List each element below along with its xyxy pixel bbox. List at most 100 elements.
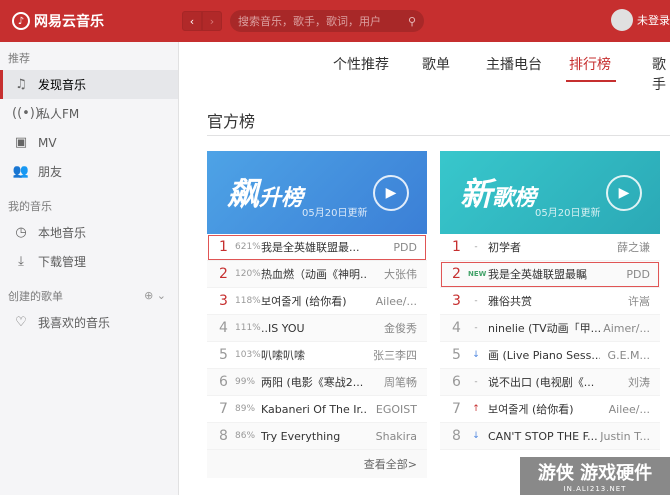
table-row[interactable]: 1 - 初学者 薛之谦 — [440, 234, 660, 261]
song-title[interactable]: 初学者 — [488, 239, 600, 255]
artist-name[interactable]: Ailee/... — [367, 295, 417, 308]
sidebar-item-liked-music[interactable]: ♡ 我喜欢的音乐 — [0, 308, 178, 337]
table-row[interactable]: 2 120% 热血燃（动画《神明... 大张伟 — [207, 261, 427, 288]
sidebar-item-fm[interactable]: ((•)) 私人FM — [0, 99, 178, 128]
user-login[interactable]: 未登录 — [611, 9, 670, 31]
table-row[interactable]: 8 86% Try Everything Shakira — [207, 423, 427, 450]
song-title[interactable]: 热血燃（动画《神明... — [261, 266, 367, 282]
chart-board-soaring: 飙升榜 05月20日更新 ▶ 1 621% 我是全英雄联盟最... PDD 2 120% 热… — [207, 151, 427, 478]
artist-name[interactable]: 薛之谦 — [600, 239, 650, 255]
rank-down-icon: ↓ — [472, 431, 480, 441]
tab-singers[interactable]: 歌手 — [652, 54, 670, 94]
rise-percent: 111% — [235, 323, 261, 333]
rank-number: 1 — [219, 239, 228, 255]
table-row[interactable]: 2 NEW 我是全英雄联盟最瞩 PDD — [440, 261, 660, 288]
song-title[interactable]: 보여줄게 (给你看) — [488, 401, 600, 417]
tab-radio[interactable]: 主播电台 — [486, 54, 542, 74]
search-icon[interactable]: ⚲ — [408, 15, 416, 28]
rise-percent: 99% — [235, 377, 256, 387]
board-banner[interactable]: 新歌榜 05月20日更新 ▶ — [440, 151, 660, 234]
song-title[interactable]: 说不出口 (电视剧《... — [488, 374, 600, 390]
rise-percent: 120% — [235, 269, 261, 279]
song-title[interactable]: ninelie (TV动画「甲... — [488, 320, 600, 336]
rank-number: 5 — [452, 347, 461, 363]
table-row[interactable]: 6 99% 两阳 (电影《寒战2... 周笔畅 — [207, 369, 427, 396]
artist-name[interactable]: 金俊秀 — [367, 320, 417, 336]
chevron-down-icon[interactable]: ⌄ — [157, 289, 166, 302]
user-label[interactable]: 未登录 — [637, 12, 670, 28]
radio-icon: ((•)) — [12, 106, 40, 121]
song-title[interactable]: 雅俗共赏 — [488, 293, 600, 309]
artist-name[interactable]: EGOIST — [367, 403, 417, 416]
song-title[interactable]: Kabaneri Of The Ir... — [261, 403, 367, 416]
sidebar-item-mv[interactable]: ▣ MV — [0, 128, 178, 157]
artist-name[interactable]: Aimer/... — [600, 322, 650, 335]
rank-number: 5 — [219, 347, 228, 363]
table-row[interactable]: 3 - 雅俗共赏 许嵩 — [440, 288, 660, 315]
board-title: 新歌榜 — [460, 169, 536, 215]
play-icon[interactable]: ▶ — [373, 175, 409, 211]
rank-unchanged-icon: - — [474, 296, 478, 306]
artist-name[interactable]: 许嵩 — [600, 293, 650, 309]
artist-name[interactable]: 张三李四 — [367, 347, 417, 363]
tab-playlists[interactable]: 歌单 — [422, 54, 450, 74]
board-banner[interactable]: 飙升榜 05月20日更新 ▶ — [207, 151, 427, 234]
song-title[interactable]: 叭嗦叭嗦 — [261, 347, 367, 363]
rank-number: 7 — [452, 401, 461, 417]
table-row[interactable]: 7 ↑ 보여줄게 (给你看) Ailee/... — [440, 396, 660, 423]
chart-board-new-songs: 新歌榜 05月20日更新 ▶ 1- 初学者 薛之谦 2 NEW 我是全英雄联盟最瞩 PDD 3… — [440, 151, 660, 450]
tab-personal-recommend[interactable]: 个性推荐 — [333, 54, 389, 74]
sidebar-item-friends[interactable]: 👥 朋友 — [0, 157, 178, 186]
table-row[interactable]: 4 - ninelie (TV动画「甲... Aimer/... — [440, 315, 660, 342]
song-title[interactable]: 보여줄게 (给你看) — [261, 293, 367, 309]
app-title: 网易云音乐 — [34, 14, 104, 30]
table-row[interactable]: 7 89% Kabaneri Of The Ir... EGOIST — [207, 396, 427, 423]
avatar[interactable] — [611, 9, 633, 31]
table-row[interactable]: 6 - 说不出口 (电视剧《... 刘涛 — [440, 369, 660, 396]
tab-charts[interactable]: 排行榜 — [569, 54, 611, 74]
table-row[interactable]: 4 111% ..IS YOU 金俊秀 — [207, 315, 427, 342]
forward-button[interactable]: › — [202, 11, 222, 31]
view-all-link[interactable]: 查看全部> — [207, 450, 427, 478]
song-title[interactable]: CAN'T STOP THE F... — [488, 430, 600, 443]
table-row[interactable]: 1 621% 我是全英雄联盟最... PDD — [207, 234, 427, 261]
song-title[interactable]: 两阳 (电影《寒战2... — [261, 374, 367, 390]
song-title[interactable]: Try Everything — [261, 430, 367, 443]
artist-name[interactable]: 大张伟 — [367, 266, 417, 282]
table-row[interactable]: 3 118% 보여줄게 (给你看) Ailee/... — [207, 288, 427, 315]
song-title[interactable]: ..IS YOU — [261, 322, 367, 335]
search-input[interactable]: 搜索音乐，歌手，歌词，用户 ⚲ — [230, 10, 424, 32]
play-icon[interactable]: ▶ — [606, 175, 642, 211]
music-note-icon: ♫ — [15, 77, 27, 92]
sidebar-section-my-music: 我的音乐 — [8, 200, 52, 213]
artist-name[interactable]: Shakira — [367, 430, 417, 443]
board-title-big: 飙 — [227, 175, 260, 213]
rank-up-icon: ↑ — [472, 404, 480, 414]
rise-percent: 621% — [235, 242, 261, 252]
artist-name[interactable]: PDD — [600, 268, 650, 281]
artist-name[interactable]: 刘涛 — [600, 374, 650, 390]
rank-number: 3 — [452, 293, 461, 309]
artist-name[interactable]: Ailee/... — [600, 403, 650, 416]
song-title[interactable]: 我是全英雄联盟最... — [261, 239, 367, 255]
rank-number: 2 — [219, 266, 228, 282]
sidebar-item-discover[interactable]: ♫ 发现音乐 — [0, 70, 178, 99]
artist-name[interactable]: PDD — [367, 241, 417, 254]
sidebar: 推荐 ♫ 发现音乐 ((•)) 私人FM ▣ MV 👥 朋友 我的音乐 ◷ 本地… — [0, 42, 179, 495]
artist-name[interactable]: G.E.M... — [600, 349, 650, 362]
active-tab-indicator — [566, 80, 616, 82]
table-row[interactable]: 5 ↓ 画 (Live Piano Sess... G.E.M... — [440, 342, 660, 369]
artist-name[interactable]: 周笔畅 — [367, 374, 417, 390]
watermark-logo: 游侠 游戏硬件 IN.ALI213.NET — [520, 457, 670, 495]
table-row[interactable]: 5 103% 叭嗦叭嗦 张三李四 — [207, 342, 427, 369]
artist-name[interactable]: Justin T... — [600, 430, 650, 443]
add-playlist-icon[interactable]: ⊕ — [144, 289, 153, 302]
song-title[interactable]: 画 (Live Piano Sess... — [488, 347, 600, 363]
back-button[interactable]: ‹ — [182, 11, 202, 31]
table-row[interactable]: 8 ↓ CAN'T STOP THE F... Justin T... — [440, 423, 660, 450]
app-logo[interactable]: ♪ 网易云音乐 — [12, 11, 172, 31]
song-title[interactable]: 我是全英雄联盟最瞩 — [488, 266, 600, 282]
sidebar-item-downloads[interactable]: ⤓ 下载管理 — [0, 247, 178, 276]
sidebar-item-local-music[interactable]: ◷ 本地音乐 — [0, 218, 178, 247]
sidebar-item-label: MV — [38, 135, 57, 150]
